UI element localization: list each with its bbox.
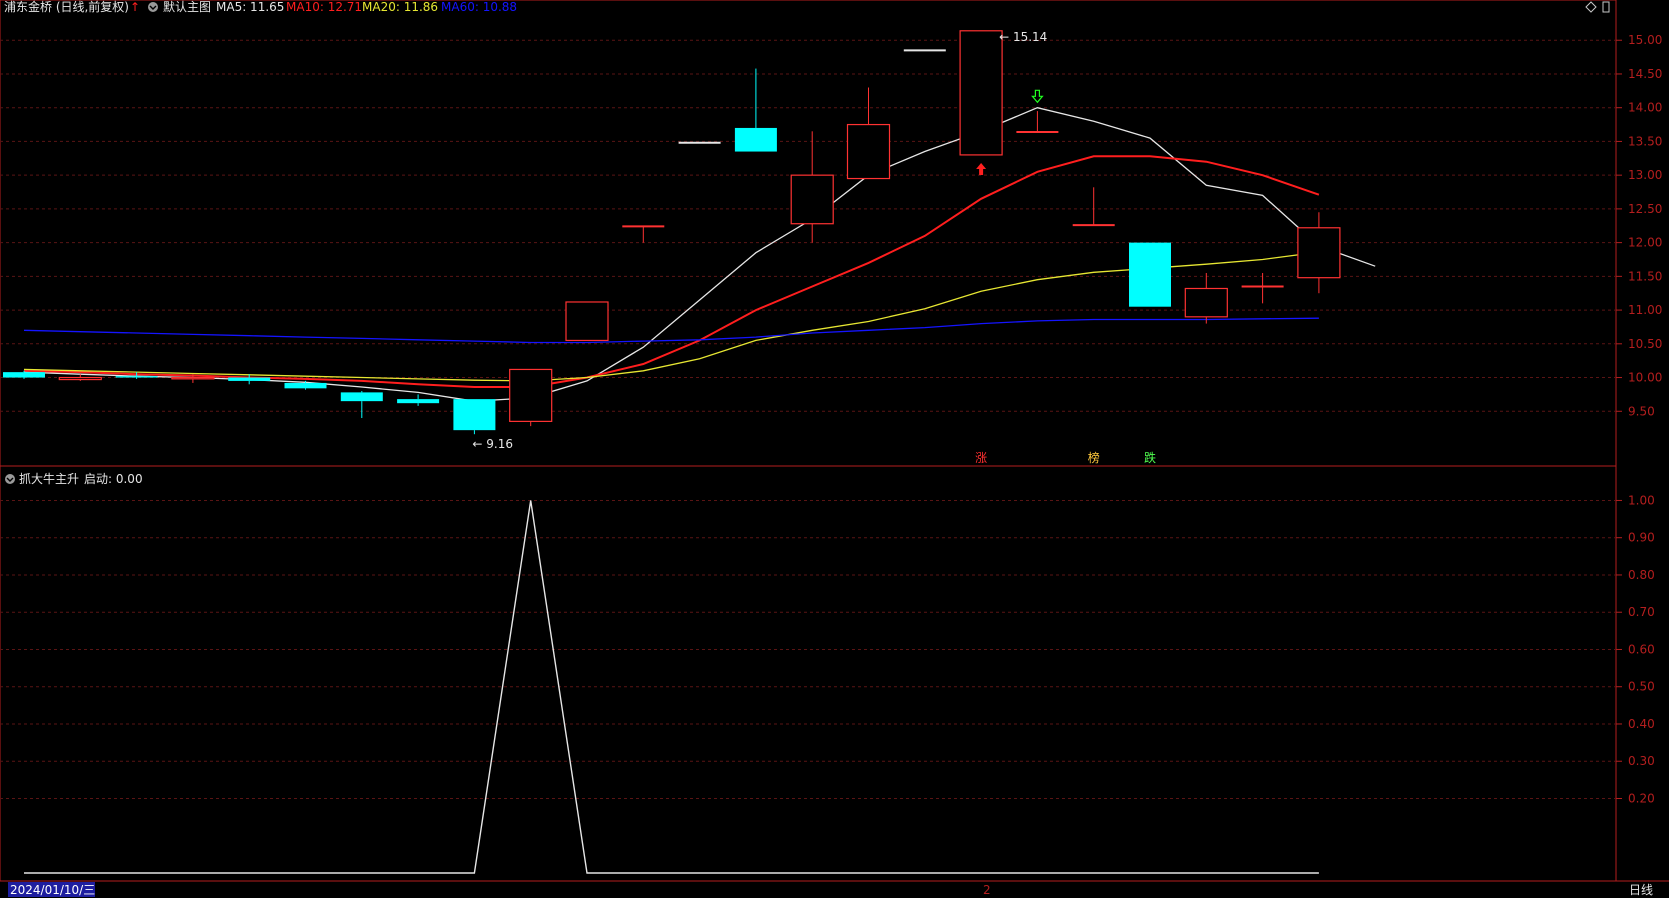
candle-body-up [565,301,609,342]
axis-tick-label: 13.00 [1628,168,1662,182]
candle [340,391,383,419]
candle [1241,272,1284,304]
period-selector[interactable]: 日线 [1629,883,1653,897]
candle-body-down [3,372,45,378]
axis-tick-label: 0.50 [1628,680,1655,694]
ma20-line [23,251,1319,382]
candle [846,87,891,180]
axis-tick-label: 12.00 [1628,236,1662,250]
event-marker: 跌 [1144,450,1156,465]
footer-bar: 2024/01/10/三 2 日线 [8,882,1653,897]
indicator-header: 抓大牛主升 启动: 0.00 [5,471,143,486]
axis-tick-label: 14.00 [1628,101,1662,115]
indicator-name[interactable]: 抓大牛主升 [19,471,79,486]
axis-tick-label: 0.70 [1628,605,1655,619]
axis-tick-label: 0.60 [1628,642,1655,656]
ma5-line [23,107,1376,402]
axis-tick-label: 11.00 [1628,303,1662,317]
down-arrow-icon [1031,89,1044,104]
axis-tick-label: 10.00 [1628,371,1662,385]
axis-tick-label: 10.50 [1628,337,1662,351]
dropdown-circle-icon[interactable] [148,2,158,12]
candle [1072,187,1115,227]
candle-body-down [115,376,158,378]
candle [1129,242,1171,307]
candle-body-down [284,382,327,389]
diamond-icon[interactable] [1585,1,1597,13]
candle [565,301,609,342]
event-marker: 涨 [975,450,987,465]
period-marker-label: 2 [983,883,991,897]
axis-tick-label: 12.50 [1628,202,1662,216]
axis-tick-label: 13.50 [1628,134,1662,148]
min-price-label: ← 9.16 [472,437,513,451]
candle-body-down [734,127,777,152]
candle-body-up [846,123,891,180]
ma10-line [23,155,1320,388]
chart-header: 浦东金桥 (日线,前复权) ↑ 默认主图 MA5: 11.65 MA10: 12… [4,0,1610,14]
candle-body-up [58,376,102,381]
main-panel-frame [0,0,1617,467]
axis-tick-label: 0.90 [1628,531,1655,545]
axis-tick-label: 0.30 [1628,754,1655,768]
chart-canvas: 9.50 10.00 10.50 11.00 11.50 12.00 12.50 13.00 1… [0,0,1669,897]
ma5-legend: MA5: 11.65 [216,0,284,14]
axis-tick-label: 0.20 [1628,791,1655,805]
indicator-dropdown-icon[interactable] [5,474,15,484]
indicator-panel-frame [0,465,1617,882]
current-date-label: 2024/01/10/三 [10,883,95,897]
event-marker: 榜 [1088,450,1100,465]
candle-body-up [171,376,215,380]
candle [790,131,834,243]
candle-body-down [340,392,383,402]
candle-body-up [1297,227,1341,279]
up-arrow-icon: ↑ [130,0,140,14]
candle-body-up [959,30,1003,156]
candle [397,394,440,406]
event-markers: 涨榜跌 [975,450,1156,465]
up-arrow-icon [976,163,987,176]
stock-title[interactable]: 浦东金桥 (日线,前复权) [4,0,129,14]
ma60-line [23,317,1319,344]
max-price-label: ← 15.14 [999,30,1047,44]
main-chart-label[interactable]: 默认主图 [163,0,211,14]
indicator-grid [0,499,1616,799]
ma10-legend: MA10: 12.71 [286,0,362,14]
candle-body-down [228,377,271,381]
candle [1184,272,1228,324]
ma20-legend: MA20: 11.86 [362,0,438,14]
candle-body-up [509,368,553,422]
candle [959,30,1003,156]
candle-body-up [790,174,834,225]
candle [453,399,496,435]
main-grid [0,39,1616,412]
main-price-axis: 9.50 10.00 10.50 11.00 11.50 12.00 12.50 13.00 1… [1616,33,1662,418]
axis-tick-label: 9.50 [1628,404,1655,418]
indicator-value: 启动: 0.00 [84,472,143,486]
candle [622,225,665,243]
candle-body-down [1129,242,1171,307]
candle [1297,212,1341,294]
axis-tick-label: 0.40 [1628,717,1655,731]
axis-tick-label: 11.50 [1628,269,1662,283]
candle [509,368,553,427]
candle [734,68,777,152]
indicator-axis: 0.20 0.30 0.40 0.50 0.60 0.70 0.80 0.90 1.00 [1616,493,1655,805]
candle-body-down [453,399,496,431]
moving-average-lines [23,107,1376,402]
axis-tick-label: 0.80 [1628,568,1655,582]
axis-tick-label: 1.00 [1628,493,1655,507]
axis-tick-label: 15.00 [1628,33,1662,47]
axis-tick-label: 14.50 [1628,67,1662,81]
candle-body-down [397,399,440,404]
ma60-legend: MA60: 10.88 [441,0,517,14]
panel-toggle-icon[interactable] [1602,1,1610,13]
candle-body-up [1184,287,1228,318]
